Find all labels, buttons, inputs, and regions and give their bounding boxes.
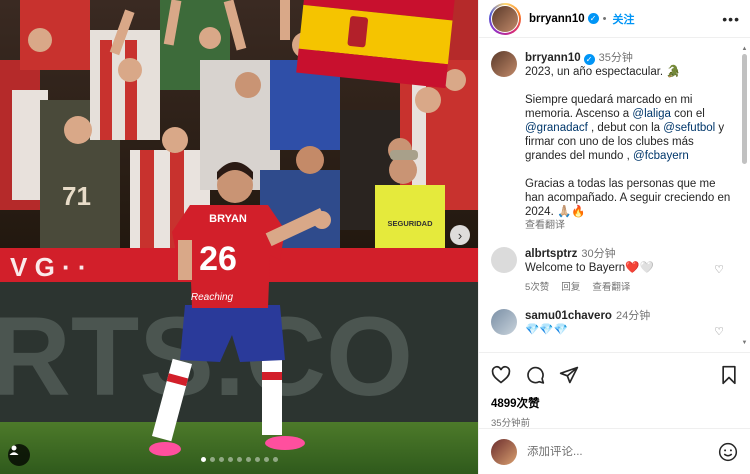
see-translation-link[interactable]: 查看翻译 <box>592 281 630 295</box>
caption-paragraph-3: Gracias a todas las personas que me han … <box>525 178 731 218</box>
mention-sefutbol[interactable]: @sefutbol <box>663 122 715 134</box>
carousel-dot[interactable] <box>200 457 206 462</box>
comment-likes[interactable]: 5次赞 <box>525 281 549 295</box>
comment-text: 💎💎💎 <box>525 324 568 336</box>
post-side-panel: brryann10 ✓ • 关注 ••• brryann10 ✓ 35分钟 2023… <box>478 0 750 474</box>
caption-paragraph-2: Siempre quedará marcado en mi memoria. A… <box>525 94 725 162</box>
security-bib-text: SEGURIDAD <box>387 219 433 228</box>
carousel-dot[interactable] <box>218 457 224 462</box>
carousel-dot[interactable] <box>272 457 278 462</box>
comment-item: albrtsptrz 30分钟 Welcome to Bayern❤️🤍 5次赞 … <box>491 247 736 295</box>
next-image-button[interactable]: › <box>450 225 470 245</box>
post-actions: 4899次赞 35分钟前 <box>479 352 750 429</box>
current-user-avatar <box>491 438 517 465</box>
comment-avatar[interactable] <box>491 309 517 335</box>
comment-text: Welcome to Bayern❤️🤍 <box>525 262 654 274</box>
svg-text:V G · ·: V G · · <box>10 252 87 282</box>
comment-icon[interactable] <box>525 365 545 385</box>
scrollbar[interactable]: ▲ ▼ <box>741 46 748 346</box>
caption-username[interactable]: brryann10 <box>525 52 581 64</box>
carousel-dot[interactable] <box>227 457 233 462</box>
pitch <box>0 422 478 474</box>
comment-username[interactable]: albrtsptrz <box>525 248 577 260</box>
comment-input[interactable] <box>527 445 708 458</box>
post-photo[interactable]: 71 SEGURIDAD V G · · RTS.CO <box>0 0 478 474</box>
carousel-dots <box>0 457 478 462</box>
scroll-down-arrow-icon[interactable]: ▼ <box>741 340 748 346</box>
carousel-dot[interactable] <box>245 457 251 462</box>
scrollbar-thumb[interactable] <box>742 54 747 164</box>
emoji-icon[interactable] <box>718 442 738 462</box>
chevron-right-icon: › <box>457 227 463 243</box>
mention-laliga[interactable]: @laliga <box>632 108 671 120</box>
verified-badge-icon: ✓ <box>583 54 595 65</box>
add-comment-bar <box>479 428 750 474</box>
carousel-dot[interactable] <box>254 457 260 462</box>
post-time[interactable]: 35分钟前 <box>491 415 738 429</box>
user-tag-icon <box>9 445 19 455</box>
reply-button[interactable]: 回复 <box>561 281 580 295</box>
comment-like-heart-icon[interactable]: ♡ <box>714 325 724 338</box>
post-header: brryann10 ✓ • 关注 ••• <box>479 0 750 38</box>
photo-illustration: 71 SEGURIDAD V G · · RTS.CO <box>0 0 478 474</box>
carousel-dot[interactable] <box>236 457 242 462</box>
bookmark-icon[interactable] <box>720 365 738 385</box>
carousel-dot[interactable] <box>209 457 215 462</box>
avatar[interactable] <box>492 5 518 32</box>
spain-flag <box>296 0 455 89</box>
comment-time[interactable]: 30分钟 <box>581 248 615 260</box>
mention-granadacf[interactable]: @granadacf <box>525 122 588 134</box>
likes-count[interactable]: 4899次赞 <box>491 395 738 411</box>
mention-fcbayern[interactable]: @fcbayern <box>633 150 689 162</box>
verified-badge-icon: ✓ <box>587 13 599 24</box>
comment-item: samu01chavero 24分钟 💎💎💎 ♡ <box>491 309 736 338</box>
carousel-dot[interactable] <box>263 457 269 462</box>
story-ring[interactable] <box>489 2 521 35</box>
jersey-name: BRYAN <box>209 213 247 225</box>
caption-avatar[interactable] <box>491 51 517 77</box>
comment-avatar[interactable] <box>491 247 517 273</box>
fan-shirt-number: 71 <box>62 181 91 211</box>
comments-scroll-area[interactable]: brryann10 ✓ 35分钟 2023, un año espectacular… <box>479 39 750 347</box>
jersey-sponsor: Reaching <box>191 292 234 303</box>
comment-time[interactable]: 24分钟 <box>616 310 650 322</box>
caption: brryann10 ✓ 35分钟 2023, un año espectacular… <box>491 51 736 233</box>
jersey-number: 26 <box>199 240 237 278</box>
caption-line-1: 2023, un año espectacular. 🐊 <box>525 66 681 78</box>
see-translation-link[interactable]: 查看翻译 <box>525 219 736 233</box>
user-tag-button[interactable] <box>8 444 30 466</box>
header-username[interactable]: brryann10 <box>529 13 585 25</box>
comment-like-heart-icon[interactable]: ♡ <box>714 263 724 276</box>
follow-button[interactable]: 关注 <box>612 11 634 27</box>
separator-dot: • <box>602 12 607 25</box>
comment-username[interactable]: samu01chavero <box>525 310 612 322</box>
share-icon[interactable] <box>559 365 579 385</box>
caption-time[interactable]: 35分钟 <box>599 52 633 64</box>
more-icon[interactable]: ••• <box>722 11 740 27</box>
heart-icon[interactable] <box>491 365 511 385</box>
scroll-up-arrow-icon[interactable]: ▲ <box>741 46 748 52</box>
